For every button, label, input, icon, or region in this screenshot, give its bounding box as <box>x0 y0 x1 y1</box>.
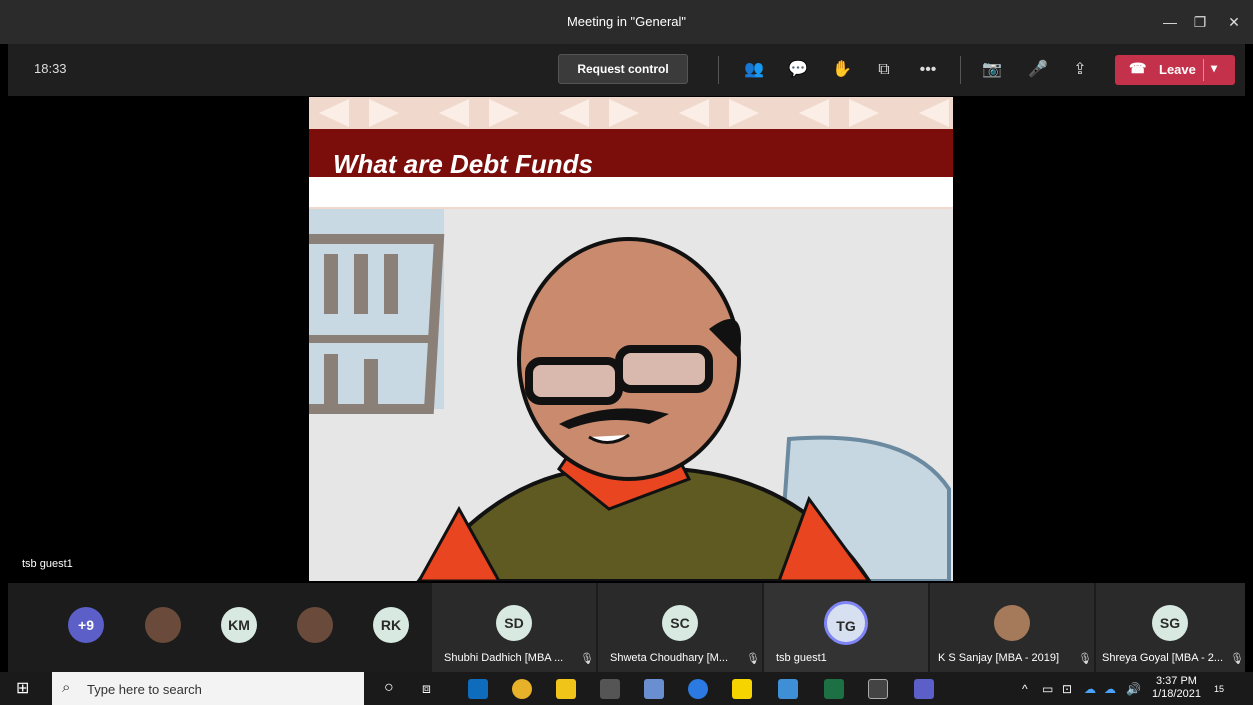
participant-name: tsb guest1 <box>776 652 827 664</box>
teams-meeting-window: Meeting in "General" — ❐ ✕ 18:33 Request… <box>0 0 1253 672</box>
cartoon-illustration <box>309 209 953 581</box>
windows-start-icon[interactable]: ⊞ <box>16 680 34 698</box>
participant-tile[interactable]: SG Shreya Goyal [MBA - 2... 🎙 <box>1096 583 1245 672</box>
raise-hand-icon[interactable]: ✋ <box>830 58 854 82</box>
request-control-button[interactable]: Request control <box>558 54 688 84</box>
taskbar-clock[interactable]: 3:37 PM 1/18/2021 <box>1152 675 1201 701</box>
search-placeholder: Type here to search <box>87 682 202 697</box>
participant-tile[interactable]: K S Sanjay [MBA - 2019] 🎙 <box>930 583 1094 672</box>
search-icon: ⌕ <box>62 679 71 696</box>
avatar: SC <box>662 605 698 641</box>
mic-off-icon: 🎙 <box>1230 653 1244 665</box>
avatar: TG <box>824 601 868 645</box>
paint-icon[interactable] <box>644 679 664 699</box>
hang-up-icon: ☎ <box>1129 60 1147 76</box>
excel-icon[interactable] <box>824 679 844 699</box>
toolbar-divider <box>960 56 961 84</box>
participant-strip: +9 KM RK SD Shubhi Dadhich [MBA ... 🎙 SC… <box>8 583 1245 672</box>
participant-name: K S Sanjay [MBA - 2019] <box>938 652 1060 664</box>
avatar: SG <box>1152 605 1188 641</box>
people-icon[interactable]: 👥 <box>742 58 766 82</box>
breakout-icon[interactable]: ⧉ <box>872 58 896 82</box>
notification-center-icon[interactable]: 15 <box>1214 679 1224 696</box>
participant-name: Shubhi Dadhich [MBA ... <box>444 652 564 664</box>
camera-off-icon[interactable]: 📷 <box>980 58 1004 82</box>
network-icon[interactable]: ⊡ <box>1062 682 1072 696</box>
leave-button[interactable]: ☎ Leave ▾ <box>1115 55 1235 85</box>
task-view-icon[interactable]: ⧈ <box>422 680 431 697</box>
mic-off-icon: 🎙 <box>580 653 594 665</box>
avatar <box>994 605 1030 641</box>
avatar[interactable] <box>145 607 181 643</box>
participant-name: Shreya Goyal [MBA - 2... <box>1102 652 1224 664</box>
chat-icon[interactable]: 💬 <box>786 58 810 82</box>
taskbar-search[interactable]: ⌕ Type here to search <box>52 672 364 705</box>
file-explorer-icon[interactable] <box>556 679 576 699</box>
avatar[interactable]: KM <box>221 607 257 643</box>
cortana-icon[interactable]: ○ <box>384 679 394 697</box>
participant-name: Shweta Choudhary [M... <box>610 652 729 664</box>
clock-time: 3:37 PM <box>1155 675 1197 687</box>
participant-tile[interactable]: TG tsb guest1 <box>764 583 928 672</box>
title-bar: Meeting in "General" — ❐ ✕ <box>0 0 1253 44</box>
slide-divider-band <box>309 177 953 209</box>
participant-tile[interactable]: SC Shweta Choudhary [M... 🎙 <box>598 583 762 672</box>
share-icon[interactable]: ⇪ <box>1068 58 1092 82</box>
close-icon[interactable]: ✕ <box>1224 12 1244 32</box>
decorative-pattern <box>309 97 953 129</box>
slide-title: What are Debt Funds <box>333 149 594 179</box>
battery-icon[interactable]: ▭ <box>1042 682 1053 696</box>
restore-icon[interactable]: ❐ <box>1190 12 1210 32</box>
sticky-notes-icon[interactable] <box>732 679 752 699</box>
mic-off-icon: 🎙 <box>746 653 760 665</box>
volume-icon[interactable]: 🔊 <box>1126 682 1141 696</box>
active-speaker-label: tsb guest1 <box>22 558 73 570</box>
outlook-icon[interactable] <box>468 679 488 699</box>
leave-divider <box>1203 59 1204 81</box>
participant-tile[interactable]: SD Shubhi Dadhich [MBA ... 🎙 <box>432 583 596 672</box>
photos-icon[interactable] <box>778 679 798 699</box>
avatar[interactable]: RK <box>373 607 409 643</box>
window-title: Meeting in "General" <box>566 14 687 29</box>
avatar: SD <box>496 605 532 641</box>
clock-date: 1/18/2021 <box>1152 688 1201 700</box>
mic-icon[interactable]: 🎤 <box>1026 58 1050 82</box>
meeting-toolbar: 18:33 Request control 👥 💬 ✋ ⧉ ••• 📷 🎤 ⇪ … <box>8 44 1245 96</box>
chrome-icon[interactable] <box>512 679 532 699</box>
meeting-timer: 18:33 <box>34 61 67 76</box>
more-icon[interactable]: ••• <box>916 58 940 82</box>
teams-icon[interactable] <box>914 679 934 699</box>
leave-label: Leave <box>1159 62 1196 77</box>
calculator-icon[interactable] <box>600 679 620 699</box>
windows-taskbar: ⊞ ⌕ Type here to search ○ ⧈ ^ ▭ ⊡ ☁ ☁ 🔊 … <box>0 672 1253 705</box>
media-player-icon[interactable] <box>868 679 888 699</box>
toolbar-divider <box>718 56 719 84</box>
edge-icon[interactable] <box>688 679 708 699</box>
mic-off-icon: 🎙 <box>1078 653 1092 665</box>
notification-count: 15 <box>1214 684 1225 694</box>
shared-slide: What are Debt Funds <box>309 97 953 581</box>
onedrive-personal-icon[interactable]: ☁ <box>1104 682 1116 696</box>
avatar[interactable] <box>297 607 333 643</box>
minimize-icon[interactable]: — <box>1160 12 1180 32</box>
chevron-up-icon[interactable]: ^ <box>1022 682 1028 696</box>
chevron-down-icon[interactable]: ▾ <box>1211 61 1217 75</box>
overflow-participants-button[interactable]: +9 <box>68 607 104 643</box>
onedrive-icon[interactable]: ☁ <box>1084 682 1096 696</box>
